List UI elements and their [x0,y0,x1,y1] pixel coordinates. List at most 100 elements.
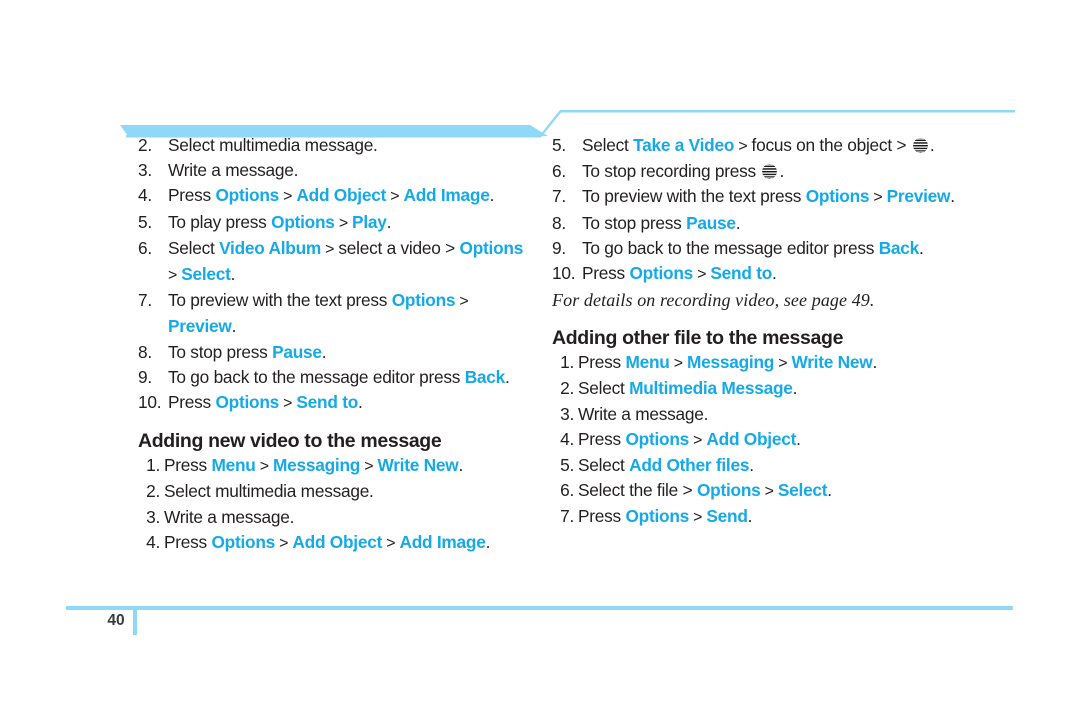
step-text: To stop press [582,212,687,233]
step-number: 7. [552,186,566,207]
step-text: Press [578,352,626,373]
menu-token[interactable]: Add Image [403,185,489,205]
step-text: . [872,352,877,373]
menu-token[interactable]: Multimedia Message [629,378,793,398]
step-number: 6. [138,237,152,258]
token-separator: > [734,138,752,155]
token-separator: > [669,355,687,373]
menu-token[interactable]: Send to [296,392,358,412]
step-text: Write a message. [578,403,709,424]
menu-token[interactable]: Pause [686,213,736,233]
menu-token[interactable]: Menu [211,455,255,475]
token-separator: > [279,395,297,413]
step-text: . [779,161,784,182]
step-item: 9. To go back to the message editor press… [138,365,534,390]
menu-token[interactable]: Write New [377,455,458,475]
step-item: 2. Select multimedia message. [138,133,534,158]
menu-token[interactable]: Options [697,480,761,500]
step-text: Write a message. [168,160,299,181]
menu-token[interactable]: Play [352,212,387,232]
step-item: 3. Write a message. [138,158,534,183]
step-number: 1. [560,352,574,373]
menu-token[interactable]: Options [460,238,524,258]
menu-token[interactable]: Options [271,212,335,232]
menu-token[interactable]: Options [392,290,456,310]
menu-token[interactable]: Options [625,429,689,449]
menu-token[interactable]: Add Object [706,429,796,449]
menu-token[interactable]: Take a Video [633,135,734,155]
menu-token[interactable]: Video Album [219,238,321,258]
left-continued-step-list: 2. Select multimedia message. 3. Write a me… [138,133,534,416]
menu-token[interactable]: Send to [710,263,772,283]
step-number: 3. [146,506,160,527]
menu-token[interactable]: Messaging [687,352,774,372]
token-separator: > [334,214,353,232]
step-item: 7. Press Options > Send. [552,504,1022,530]
step-text: . [231,316,237,337]
step-text: Press [164,531,212,552]
menu-token[interactable]: Preview [887,186,951,206]
menu-token[interactable]: Options [215,392,279,412]
step-number: 6. [552,161,566,182]
step-item: 3. Write a message. [552,402,1022,427]
step-item: 6. Select Video Album > select a video > … [138,236,534,288]
menu-token[interactable]: Options [625,506,689,526]
step-text: Press [578,506,626,527]
menu-token[interactable]: Menu [625,352,669,372]
step-number: 5. [552,135,566,155]
step-item: 8. To stop press Pause. [138,340,534,365]
menu-token[interactable]: Send [706,506,748,526]
menu-token[interactable]: Options [215,185,279,205]
att-globe-icon [912,138,928,153]
step-item: 3. Write a message. [138,505,534,530]
step-text: . [929,135,935,155]
menu-token[interactable]: Back [879,238,920,258]
step-item: 10. Press Options > Send to. [138,390,534,416]
step-text: . [792,378,798,399]
menu-token[interactable]: Add Image [399,532,485,552]
menu-token[interactable]: Options [211,532,275,552]
menu-token[interactable]: Add Other files [629,455,749,475]
menu-token[interactable]: Write New [791,352,872,372]
step-item: 1. Press Menu > Messaging > Write New. [138,453,534,479]
step-text: Press [164,455,212,476]
step-item: 5. Select Take a Video > focus on the obj… [552,133,1022,159]
step-number: 6. [560,480,574,501]
menu-token[interactable]: Options [629,263,693,283]
step-text: To stop press [168,341,273,362]
step-item: 2. Select multimedia message. [138,479,534,504]
page-footer: 40 [0,598,1080,658]
step-item: 9. To go back to the message editor press… [552,236,1022,261]
step-number: 9. [552,237,566,258]
step-text: To stop recording press [582,161,761,182]
step-text: Select [582,135,634,155]
step-item: 4. Press Options > Add Object > Add Image… [138,530,534,556]
menu-token[interactable]: Options [806,186,870,206]
menu-token[interactable]: Select [181,264,231,284]
token-separator: > [869,189,887,207]
step-item: 7. To preview with the text press Options… [552,184,1022,210]
step-text: Press [578,428,626,449]
att-globe-icon [762,164,778,180]
menu-token[interactable]: Back [465,367,506,387]
token-separator: > [693,266,711,284]
step-text: . [489,185,495,206]
step-text: . [772,263,777,284]
token-separator: > [168,267,182,285]
token-separator: > [279,188,297,206]
menu-token[interactable]: Select [778,480,828,500]
menu-token[interactable]: Messaging [273,455,360,475]
menu-token[interactable]: Add Object [292,532,382,552]
step-text: Press [168,392,216,413]
right-continued-step-list: 5. Select Take a Video > focus on the obj… [552,133,1022,287]
token-separator: > [321,240,339,258]
step-text: To preview with the text press [582,186,806,207]
menu-token[interactable]: Pause [272,342,322,362]
step-text: . [749,455,754,476]
step-number: 2. [138,135,152,155]
step-number: 8. [552,212,566,233]
token-separator: > [275,534,293,552]
heading-adding-other-file: Adding other file to the message [552,327,844,350]
menu-token[interactable]: Add Object [296,185,386,205]
menu-token[interactable]: Preview [168,316,232,336]
